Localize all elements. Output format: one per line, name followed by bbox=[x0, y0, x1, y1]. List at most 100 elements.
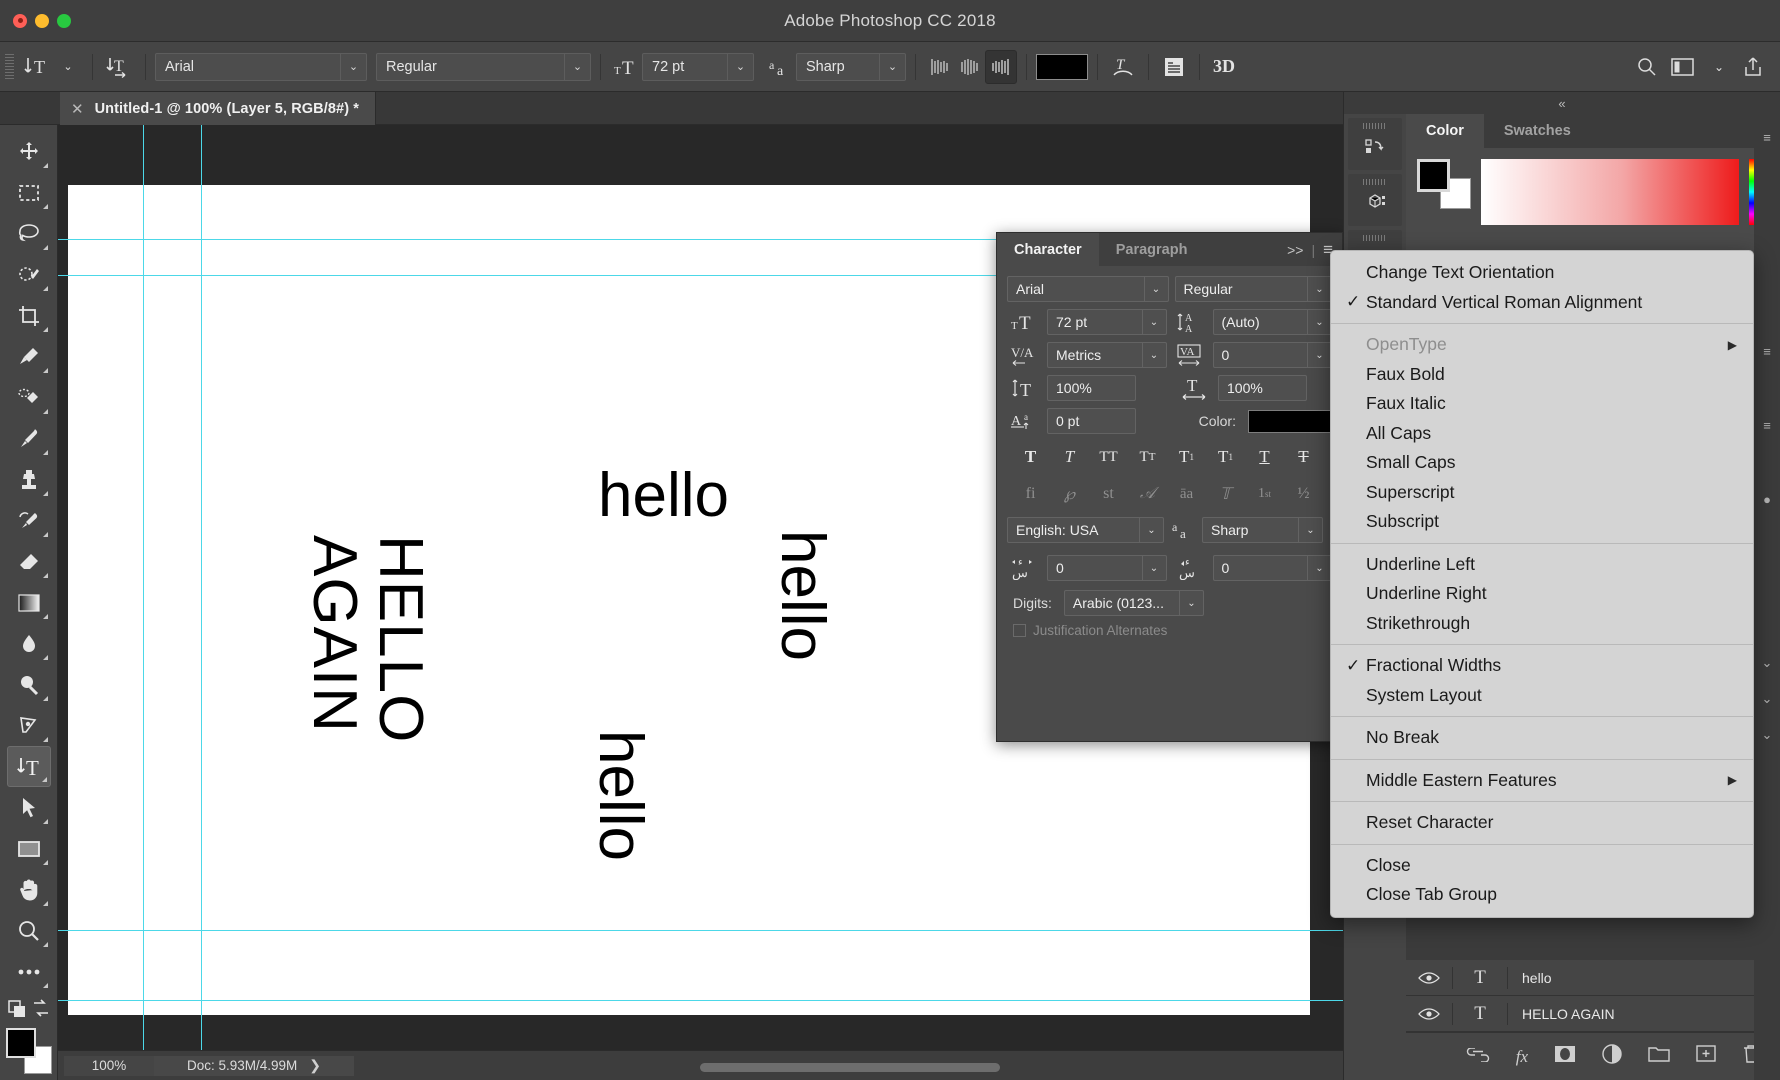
menu-item-fractional-widths[interactable]: ✓ Fractional Widths bbox=[1331, 651, 1753, 681]
all-caps-icon[interactable]: TT bbox=[1089, 441, 1128, 473]
link-layers-icon[interactable] bbox=[1466, 1046, 1490, 1067]
color-panel[interactable] bbox=[1406, 148, 1780, 266]
eraser-tool[interactable] bbox=[7, 541, 51, 582]
menu-item-underline-right[interactable]: Underline Right bbox=[1331, 579, 1753, 609]
menu-item-middle-eastern-features[interactable]: Middle Eastern Features ▶ bbox=[1331, 766, 1753, 796]
3d-panel-icon[interactable] bbox=[1348, 174, 1402, 226]
blur-tool[interactable] bbox=[7, 623, 51, 664]
char-font-style-select[interactable]: Regular ⌄ bbox=[1174, 276, 1332, 302]
adjustment-layer-icon[interactable] bbox=[1602, 1044, 1622, 1069]
chevron-down-icon[interactable]: ⌄ bbox=[1704, 50, 1734, 84]
eyedropper-tool[interactable] bbox=[7, 336, 51, 377]
font-style-select[interactable]: Regular ⌄ bbox=[376, 52, 591, 81]
font-size-select[interactable]: 72 pt ⌄ bbox=[642, 52, 754, 81]
zoom-level-field[interactable]: 100% bbox=[64, 1055, 154, 1076]
char-digits-select[interactable]: Arabic (0123... ⌄ bbox=[1063, 590, 1204, 616]
crop-tool[interactable] bbox=[7, 295, 51, 336]
char-tracking-select[interactable]: 0 ⌄ bbox=[1212, 342, 1332, 368]
menu-item-reset-character[interactable]: Reset Character bbox=[1331, 808, 1753, 838]
menu-item-faux-italic[interactable]: Faux Italic bbox=[1331, 389, 1753, 419]
menu-item-strikethrough[interactable]: Strikethrough bbox=[1331, 609, 1753, 639]
superscript-icon[interactable]: T1 bbox=[1167, 441, 1206, 473]
char-language-select[interactable]: English: USA ⌄ bbox=[1007, 517, 1164, 543]
path-selection-tool[interactable] bbox=[7, 787, 51, 828]
document-tab[interactable]: ✕ Untitled-1 @ 100% (Layer 5, RGB/8#) * bbox=[60, 92, 376, 125]
char-kerning-select[interactable]: Metrics ⌄ bbox=[1047, 342, 1167, 368]
micro-chevron-down-icon[interactable]: ⌄ bbox=[1754, 682, 1780, 716]
font-family-select[interactable]: Arial ⌄ bbox=[155, 52, 367, 81]
menu-item-small-caps[interactable]: Small Caps bbox=[1331, 448, 1753, 478]
faux-bold-icon[interactable]: T bbox=[1011, 441, 1050, 473]
clone-stamp-tool[interactable] bbox=[7, 459, 51, 500]
gradient-tool[interactable] bbox=[7, 582, 51, 623]
menu-item-opentype[interactable]: OpenType ▶ bbox=[1331, 330, 1753, 360]
stylistic-alternates-icon[interactable]: āa bbox=[1167, 478, 1206, 510]
tab-paragraph[interactable]: Paragraph bbox=[1099, 233, 1205, 266]
micro-chevron-down-icon[interactable]: ⌄ bbox=[1754, 718, 1780, 752]
expand-panel-icon[interactable]: >> bbox=[1287, 242, 1303, 258]
dodge-tool[interactable] bbox=[7, 664, 51, 705]
layer-name[interactable]: HELLO AGAIN bbox=[1508, 1006, 1615, 1022]
rectangle-tool[interactable] bbox=[7, 828, 51, 869]
fx-icon[interactable]: fx bbox=[1516, 1047, 1528, 1067]
menu-item-system-layout[interactable]: System Layout bbox=[1331, 681, 1753, 711]
table-row[interactable]: T hello bbox=[1406, 960, 1780, 996]
create-warped-text-icon[interactable]: T bbox=[1107, 50, 1139, 84]
workspace-switcher-icon[interactable] bbox=[1666, 50, 1700, 84]
horizontal-scrollbar[interactable] bbox=[700, 1063, 1000, 1072]
justification-alternates-row[interactable]: Justification Alternates bbox=[1013, 623, 1332, 638]
faux-italic-icon[interactable]: T bbox=[1050, 441, 1089, 473]
foreground-color-swatch[interactable] bbox=[5, 1028, 36, 1058]
status-expand-icon[interactable]: ❯ bbox=[309, 1057, 321, 1074]
align-text-right-icon[interactable] bbox=[985, 49, 1017, 84]
char-horizontal-scale-field[interactable]: 100% bbox=[1218, 375, 1307, 401]
3d-icon[interactable]: 3D bbox=[1209, 50, 1239, 84]
titling-alternates-icon[interactable]: 𝕋 bbox=[1206, 478, 1245, 510]
menu-item-underline-left[interactable]: Underline Left bbox=[1331, 550, 1753, 580]
text-color-swatch[interactable] bbox=[1036, 53, 1088, 80]
tab-color[interactable]: Color bbox=[1406, 114, 1484, 148]
spot-healing-brush-tool[interactable] bbox=[7, 377, 51, 418]
character-panel[interactable]: Character Paragraph >> | ≡ Arial ⌄ Regul… bbox=[996, 232, 1343, 742]
char-vertical-scale-field[interactable]: 100% bbox=[1047, 375, 1136, 401]
char-font-family-select[interactable]: Arial ⌄ bbox=[1007, 276, 1169, 302]
anti-aliasing-select[interactable]: Sharp ⌄ bbox=[796, 52, 906, 81]
toggle-character-paragraph-panels-icon[interactable] bbox=[1158, 50, 1190, 84]
options-bar-grip[interactable] bbox=[5, 53, 14, 80]
history-brush-tool[interactable] bbox=[7, 500, 51, 541]
micro-chevron-down-icon[interactable]: ⌄ bbox=[1754, 646, 1780, 680]
char-color-swatch[interactable] bbox=[1248, 409, 1332, 433]
underline-icon[interactable]: T bbox=[1245, 441, 1284, 473]
contextual-alternates-icon[interactable]: ℘ bbox=[1050, 478, 1089, 510]
character-panel-context-menu[interactable]: Change Text Orientation ✓ Standard Verti… bbox=[1330, 250, 1754, 918]
rectangular-marquee-tool[interactable] bbox=[7, 172, 51, 213]
fractions-icon[interactable]: ½ bbox=[1284, 478, 1323, 510]
toggle-text-orientation-icon[interactable]: T bbox=[102, 50, 136, 84]
collapse-panels-icon[interactable]: « bbox=[1344, 92, 1780, 114]
char-baseline-shift-field[interactable]: 0 pt bbox=[1047, 408, 1136, 434]
layer-visibility-icon[interactable] bbox=[1406, 1007, 1452, 1021]
char-anti-aliasing-select[interactable]: Sharp ⌄ bbox=[1202, 517, 1323, 543]
menu-item-superscript[interactable]: Superscript bbox=[1331, 478, 1753, 508]
table-row[interactable]: T HELLO AGAIN bbox=[1406, 996, 1780, 1032]
new-folder-icon[interactable] bbox=[1648, 1045, 1670, 1068]
canvas-text-again-vertical[interactable]: AGAIN bbox=[299, 535, 370, 733]
share-icon[interactable] bbox=[1738, 50, 1768, 84]
menu-item-faux-bold[interactable]: Faux Bold bbox=[1331, 360, 1753, 390]
standard-ligatures-icon[interactable]: fi bbox=[1011, 478, 1050, 510]
subscript-icon[interactable]: T1 bbox=[1206, 441, 1245, 473]
vertical-type-tool[interactable]: T bbox=[6, 746, 51, 787]
hand-tool[interactable] bbox=[7, 869, 51, 910]
canvas-text-hello-vertical-3[interactable]: hello bbox=[585, 730, 656, 861]
move-tool[interactable] bbox=[7, 131, 51, 172]
foreground-background-color[interactable] bbox=[5, 1028, 52, 1074]
discretionary-ligatures-icon[interactable]: st bbox=[1089, 478, 1128, 510]
layer-name[interactable]: hello bbox=[1508, 970, 1552, 986]
char-diacritics-select[interactable]: 0 ⌄ bbox=[1212, 555, 1332, 581]
layer-mask-icon[interactable] bbox=[1554, 1045, 1576, 1068]
micro-panel-dot-icon[interactable]: ● bbox=[1754, 482, 1780, 516]
new-layer-icon[interactable] bbox=[1696, 1045, 1716, 1068]
menu-item-change-text-orientation[interactable]: Change Text Orientation bbox=[1331, 258, 1753, 288]
search-icon[interactable] bbox=[1632, 50, 1662, 84]
tab-swatches[interactable]: Swatches bbox=[1484, 114, 1591, 148]
